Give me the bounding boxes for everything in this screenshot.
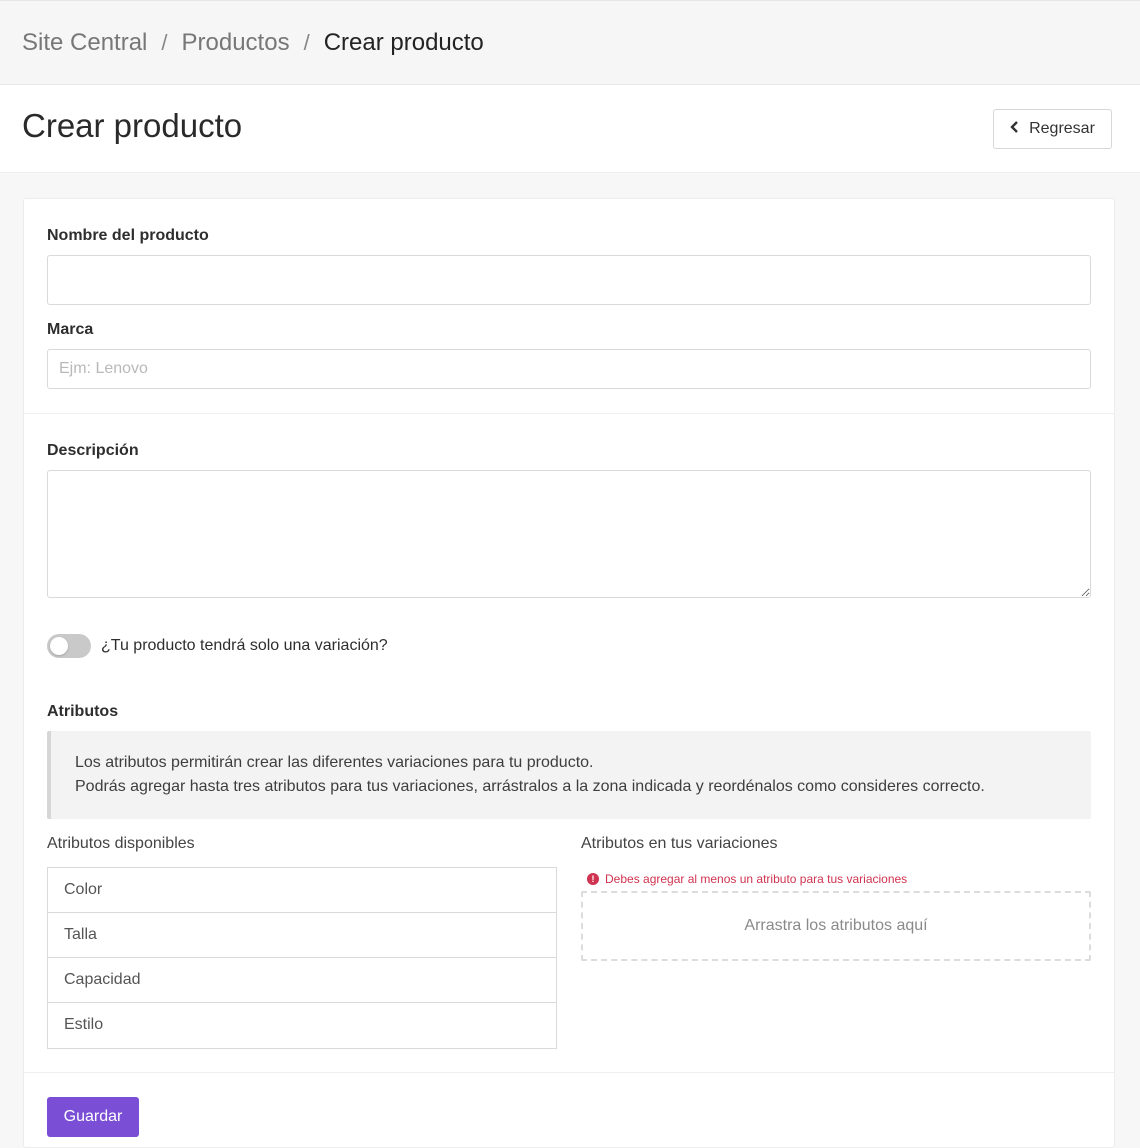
single-variation-toggle[interactable] xyxy=(47,634,91,658)
breadcrumb-item-productos[interactable]: Productos xyxy=(182,29,290,57)
attributes-title: Atributos xyxy=(47,703,119,720)
attribute-item-color[interactable]: Color xyxy=(48,868,556,913)
section-divider xyxy=(24,413,1114,414)
info-line-1: Los atributos permitirán crear las difer… xyxy=(75,754,594,771)
attributes-info-box: Los atributos permitirán crear las difer… xyxy=(47,731,1091,819)
back-button[interactable]: Regresar xyxy=(993,109,1112,149)
error-text: Debes agregar al menos un atributo para … xyxy=(605,872,908,886)
error-icon: ! xyxy=(587,873,599,885)
save-button[interactable]: Guardar xyxy=(47,1097,139,1137)
product-form-card: Nombre del producto Marca Descripción ¿T… xyxy=(23,198,1115,1148)
attribute-item-talla[interactable]: Talla xyxy=(48,913,556,958)
product-name-input[interactable] xyxy=(47,255,1091,305)
breadcrumb-item-current: Crear producto xyxy=(323,28,484,56)
attributes-error-message: ! Debes agregar al menos un atributo par… xyxy=(587,872,907,886)
attributes-dropzone[interactable]: Arrastra los atributos aquí xyxy=(581,891,1091,961)
breadcrumb-separator: / xyxy=(161,29,168,55)
name-label: Nombre del producto xyxy=(47,227,209,244)
available-attributes-list: Color Talla Capacidad Estilo xyxy=(47,867,557,1049)
chevron-left-icon xyxy=(1010,120,1019,138)
attribute-item-estilo[interactable]: Estilo xyxy=(48,1003,556,1048)
breadcrumb-item-site-central[interactable]: Site Central xyxy=(22,29,147,57)
page-title: Crear producto xyxy=(22,107,243,144)
available-attributes-label: Atributos disponibles xyxy=(47,835,195,852)
description-label: Descripción xyxy=(47,442,139,459)
back-button-label: Regresar xyxy=(1029,120,1095,137)
dropzone-text: Arrastra los atributos aquí xyxy=(744,917,928,934)
single-variation-label: ¿Tu producto tendrá solo una variación? xyxy=(101,637,388,654)
selected-attributes-label: Atributos en tus variaciones xyxy=(581,835,778,852)
toggle-knob xyxy=(50,637,68,655)
brand-label: Marca xyxy=(47,321,94,338)
breadcrumb-separator: / xyxy=(303,29,310,55)
description-textarea[interactable] xyxy=(47,470,1091,598)
breadcrumb: Site Central / Productos / Crear product… xyxy=(0,0,1140,85)
info-line-2: Podrás agregar hasta tres atributos para… xyxy=(75,778,985,795)
brand-input[interactable] xyxy=(47,349,1091,389)
page-header: Crear producto Regresar xyxy=(0,85,1140,173)
attribute-item-capacidad[interactable]: Capacidad xyxy=(48,958,556,1003)
footer-divider xyxy=(24,1072,1114,1073)
